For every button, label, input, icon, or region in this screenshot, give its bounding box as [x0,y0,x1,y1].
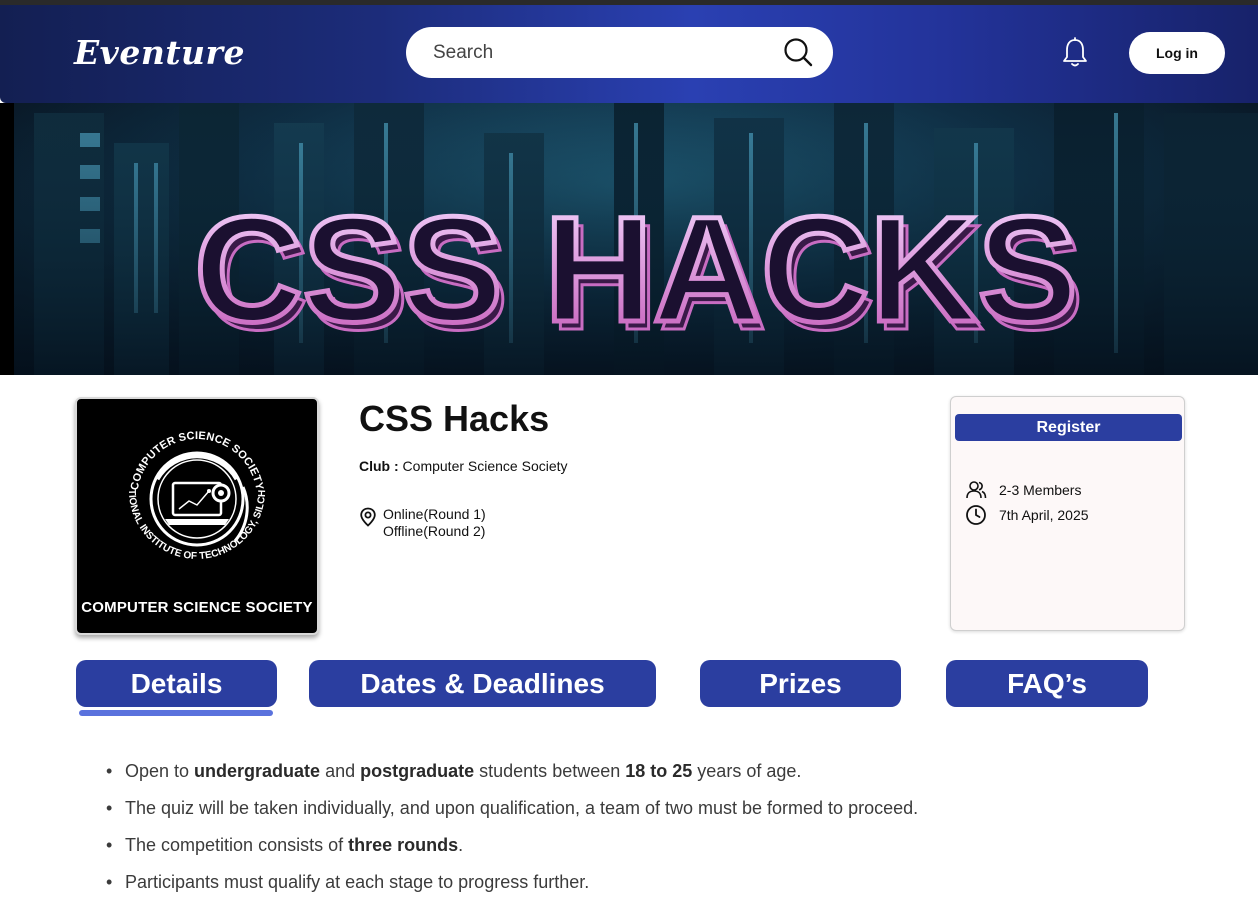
banner-edge [0,103,14,375]
app-logo[interactable]: Eventure [74,33,245,72]
emphasis-text: three rounds [348,835,459,855]
tab-faqs[interactable]: FAQ’s [946,660,1148,707]
club-name[interactable]: Computer Science Society [403,458,568,474]
emphasis-text: postgraduate [360,761,475,781]
event-date-row: 7th April, 2025 [965,504,1089,526]
search-input[interactable] [433,41,753,64]
detail-text: The quiz will be taken individually, and… [125,798,919,818]
banner-title: CSS HACKS [194,185,1077,353]
event-date-text: 7th April, 2025 [999,507,1089,523]
banner-artwork: CSS HACKS CSS HACKS [14,103,1258,375]
club-logo-card: COMPUTER SCIENCE SOCIETY NATIONAL INSTIT… [75,397,319,635]
clock-icon [966,505,986,525]
detail-text: years of age. [692,761,802,781]
detail-text: The competition consists of [125,835,349,855]
detail-text: Participants must qualify at each stage … [125,872,590,892]
details-list-item: Open to undergraduate and postgraduate s… [104,760,918,797]
team-members-icon [966,481,987,499]
login-button[interactable]: Log in [1129,32,1225,74]
active-tab-indicator [79,710,273,716]
emphasis-text: undergraduate [194,761,321,781]
top-navbar: Eventure Log in [0,5,1258,103]
tab-dates-deadlines[interactable]: Dates & Deadlines [309,660,656,707]
location-round-2: Offline(Round 2) [383,523,486,539]
team-size-row: 2-3 Members [965,479,1081,501]
club-info: Club : Computer Science Society [359,458,568,474]
club-card-caption: COMPUTER SCIENCE SOCIETY [81,599,313,616]
details-list: Open to undergraduate and postgraduate s… [104,760,918,902]
register-button[interactable]: Register [955,414,1182,441]
detail-text: Open to [125,761,195,781]
event-location: Online(Round 1) Offline(Round 2) [359,506,486,540]
detail-text: students between [474,761,626,781]
details-list-item: The quiz will be taken individually, and… [104,797,918,834]
team-size-text: 2-3 Members [999,482,1082,498]
location-round-1: Online(Round 1) [383,506,486,522]
event-title: CSS Hacks [359,398,550,439]
search-bar[interactable] [406,27,833,78]
notification-bell-icon[interactable] [1060,37,1090,69]
detail-text: and [320,761,361,781]
registration-card: Register 2-3 Members 7th April, 2025 [950,396,1185,631]
event-banner: CSS HACKS CSS HACKS [14,103,1258,375]
search-icon[interactable] [783,37,813,67]
club-seal-emblem: COMPUTER SCIENCE SOCIETY NATIONAL INSTIT… [117,409,268,562]
tab-details[interactable]: Details [76,660,277,707]
tab-prizes[interactable]: Prizes [700,660,901,707]
emphasis-text: 18 to 25 [625,761,693,781]
club-label: Club : [359,458,399,474]
details-list-item: Participants must qualify at each stage … [104,871,918,902]
location-pin-icon [360,507,376,527]
detail-text: . [458,835,464,855]
details-list-item: The competition consists of three rounds… [104,834,918,871]
